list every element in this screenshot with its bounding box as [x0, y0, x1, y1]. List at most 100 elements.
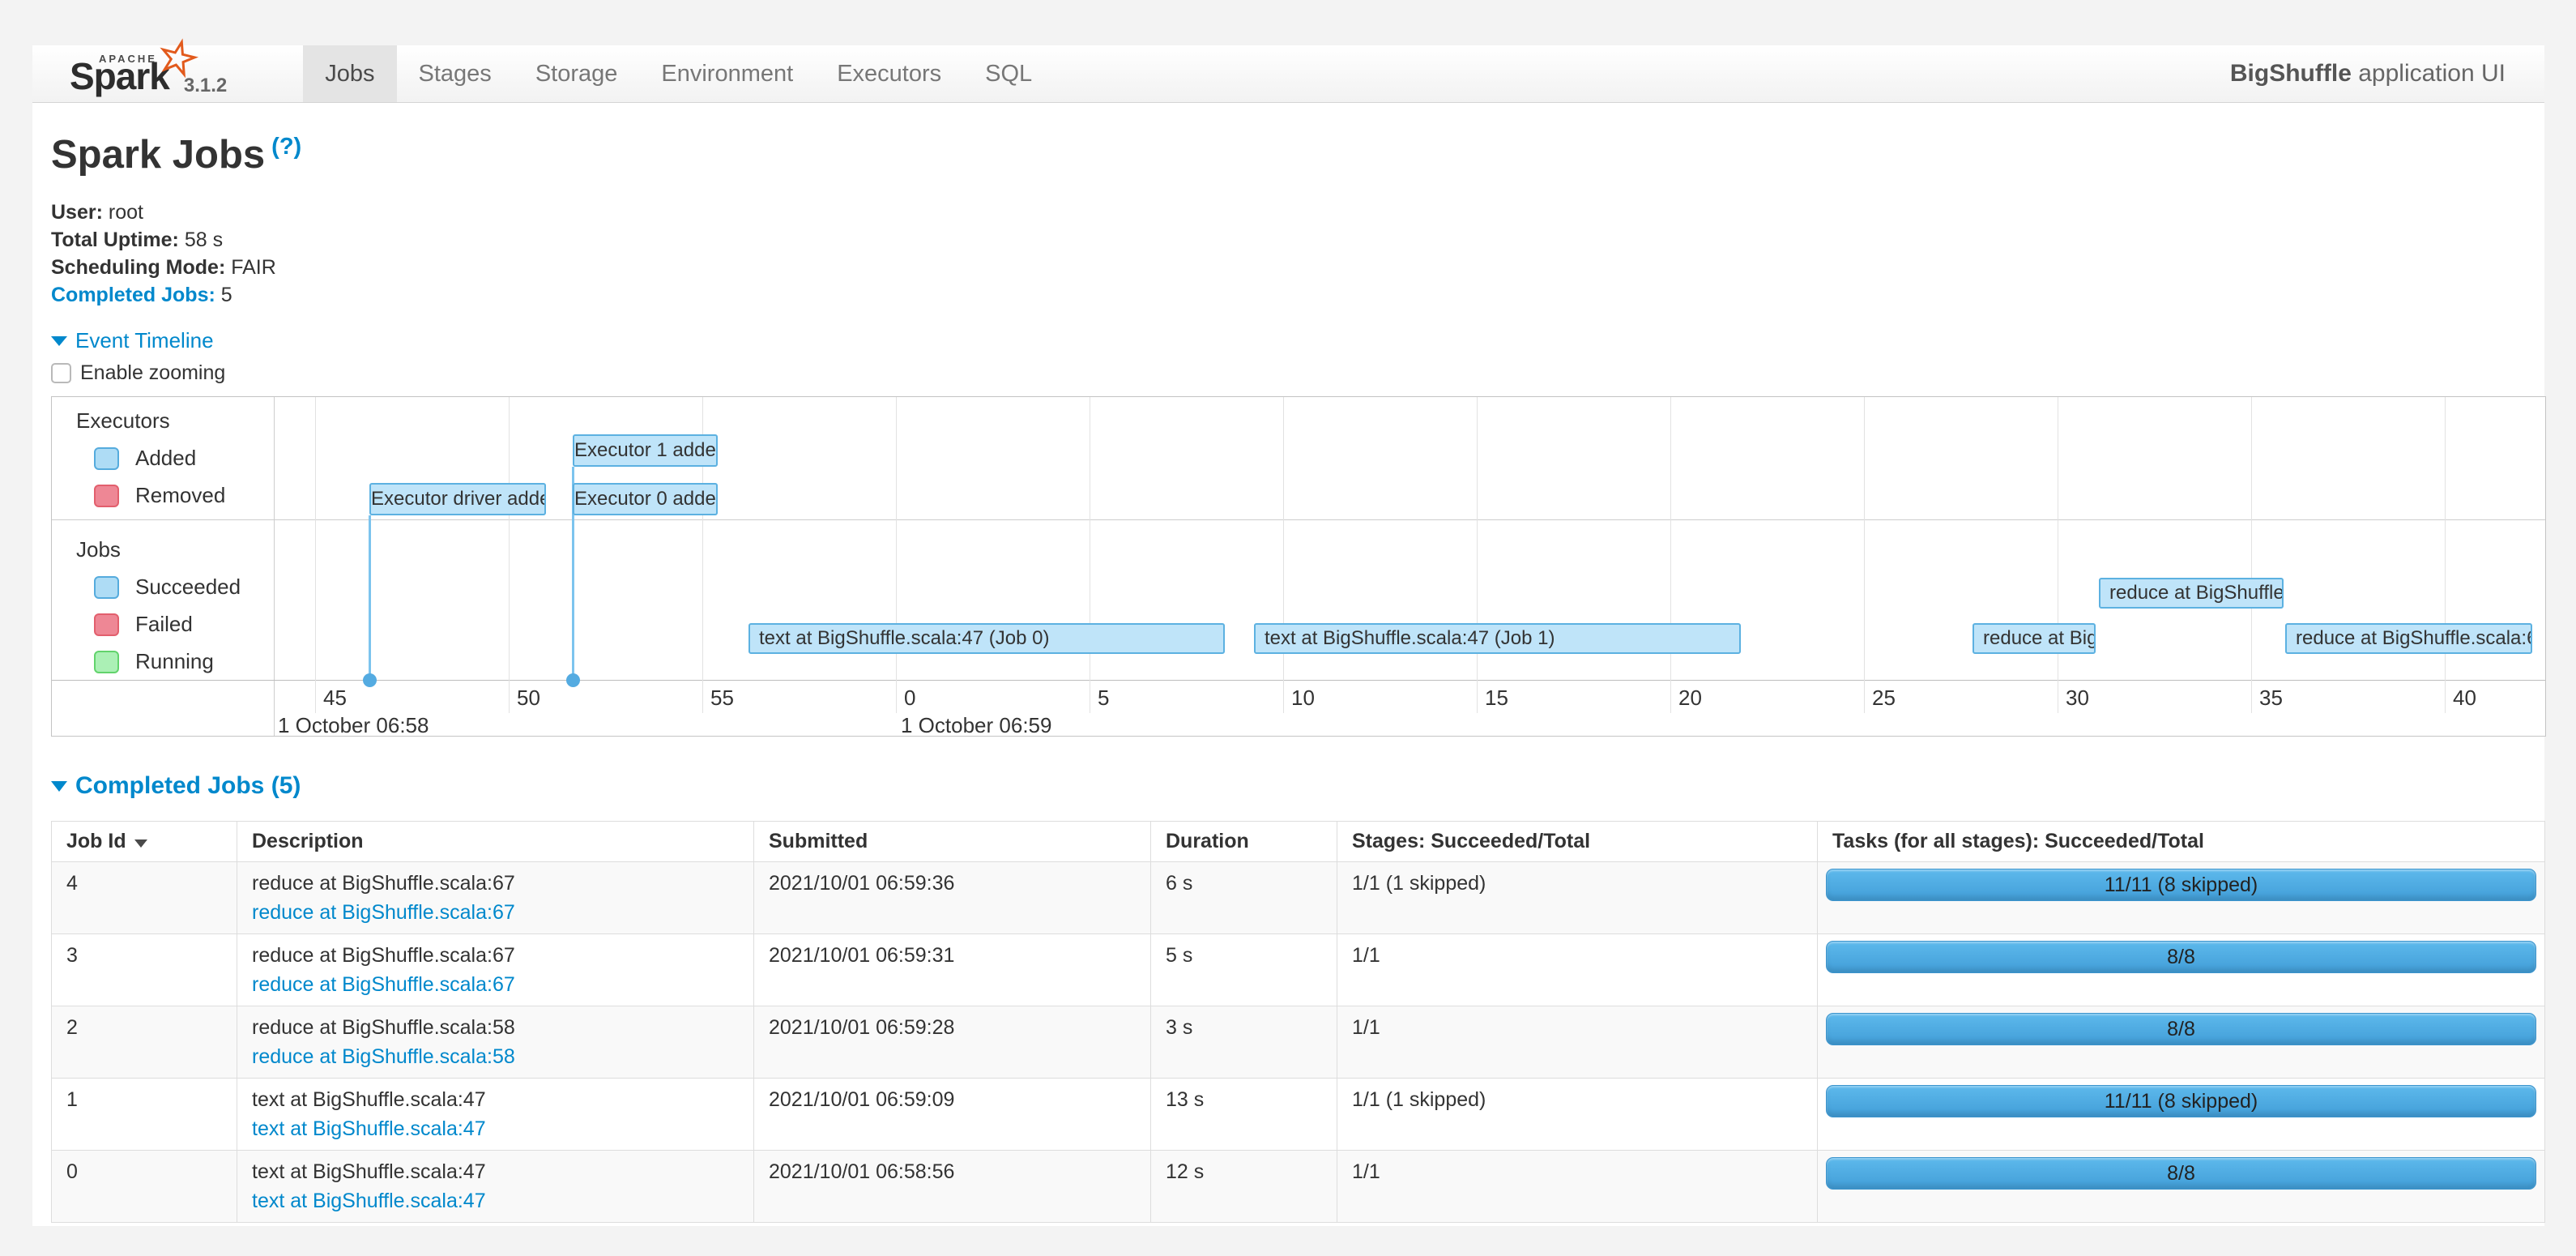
- cell-stages: 1/1: [1337, 1151, 1818, 1223]
- table-row-job-1: 1 text at BigShuffle.scala:47 text at BigS…: [52, 1079, 2545, 1151]
- collapse-caret-icon: [51, 781, 67, 792]
- description-text: reduce at BigShuffle.scala:58: [252, 1016, 739, 1039]
- event-timeline-label: Event Timeline: [75, 328, 214, 353]
- column-header-stages-succeeded-total[interactable]: Stages: Succeeded/Total: [1337, 822, 1818, 862]
- summary-row: Total Uptime: 58 s: [51, 226, 2544, 254]
- spark-logo-wordmark: APACHE Spark ★: [70, 52, 169, 100]
- axis-tick-label: 40: [2453, 686, 2476, 711]
- nav-tab-jobs[interactable]: Jobs: [303, 45, 396, 102]
- cell-tasks: 11/11 (8 skipped): [1818, 862, 2545, 934]
- completed-jobs-heading[interactable]: Completed Jobs (5): [51, 772, 301, 800]
- cell-job-id: 3: [52, 934, 237, 1006]
- summary-value-user: root: [103, 201, 143, 224]
- description-text: text at BigShuffle.scala:47: [252, 1088, 739, 1111]
- cell-submitted: 2021/10/01 06:59:28: [754, 1006, 1151, 1079]
- cell-job-id: 1: [52, 1079, 237, 1151]
- cell-duration: 6 s: [1151, 862, 1337, 934]
- application-name: BigShuffle: [2230, 60, 2352, 87]
- cell-duration: 3 s: [1151, 1006, 1337, 1079]
- timeline-job-bar[interactable]: text at BigShuffle.scala:47 (Job 0): [748, 623, 1225, 654]
- cell-submitted: 2021/10/01 06:58:56: [754, 1151, 1151, 1223]
- legend-label: Failed: [135, 612, 193, 637]
- gridline: [315, 397, 316, 713]
- description-link[interactable]: reduce at BigShuffle.scala:67: [252, 901, 739, 924]
- column-header-submitted[interactable]: Submitted: [754, 822, 1151, 862]
- legend-swatch-removed: [94, 485, 119, 507]
- gridline: [896, 397, 897, 713]
- help-link[interactable]: (?): [271, 134, 301, 160]
- nav-tab-executors[interactable]: Executors: [815, 45, 963, 102]
- cell-tasks: 8/8: [1818, 1006, 2545, 1079]
- cell-submitted: 2021/10/01 06:59:36: [754, 862, 1151, 934]
- legend-label: Added: [135, 446, 196, 471]
- enable-zooming-label: Enable zooming: [80, 361, 225, 385]
- spark-logo[interactable]: APACHE Spark ★ 3.1.2: [32, 45, 251, 102]
- legend-swatch-added: [94, 447, 119, 470]
- page-content: Spark Jobs(?) User: rootTotal Uptime: 58…: [32, 132, 2544, 1223]
- completed-jobs-heading-text: Completed Jobs (5): [75, 772, 301, 800]
- cell-stages: 1/1: [1337, 1006, 1818, 1079]
- logo-apache-text: APACHE: [99, 53, 157, 65]
- cell-stages: 1/1: [1337, 934, 1818, 1006]
- axis-tick-label: 45: [323, 686, 347, 711]
- summary-label-user: User:: [51, 201, 103, 224]
- cell-tasks: 8/8: [1818, 1151, 2545, 1223]
- cell-description: reduce at BigShuffle.scala:67reduce at B…: [237, 862, 754, 934]
- application-title: BigShuffle application UI: [2230, 45, 2544, 102]
- description-link[interactable]: reduce at BigShuffle.scala:67: [252, 973, 739, 996]
- timeline-job-bar[interactable]: text at BigShuffle.scala:47 (Job 1): [1254, 623, 1741, 654]
- tasks-progress-bar: 8/8: [1826, 1013, 2536, 1045]
- cell-submitted: 2021/10/01 06:59:31: [754, 934, 1151, 1006]
- description-link[interactable]: text at BigShuffle.scala:47: [252, 1117, 739, 1140]
- table-body: 4reduce at BigShuffle.scala:67reduce at …: [52, 862, 2545, 1223]
- enable-zooming-checkbox[interactable]: [51, 363, 71, 383]
- summary-row: Scheduling Mode: FAIR: [51, 254, 2544, 281]
- column-header-label: Stages: Succeeded/Total: [1352, 830, 1590, 852]
- completed-jobs-table: Job Id Description Submitted Duration Stages…: [51, 821, 2545, 1223]
- nav-tab-storage[interactable]: Storage: [514, 45, 640, 102]
- description-text: reduce at BigShuffle.scala:67: [252, 944, 739, 967]
- column-header-label: Job Id: [66, 830, 126, 852]
- column-header-description[interactable]: Description: [237, 822, 754, 862]
- sort-desc-icon: [134, 839, 147, 848]
- band-separator: [52, 519, 2545, 520]
- cell-duration: 13 s: [1151, 1079, 1337, 1151]
- axis-tick-label: 5: [1098, 686, 1109, 711]
- cell-duration: 5 s: [1151, 934, 1337, 1006]
- description-text: text at BigShuffle.scala:47: [252, 1160, 739, 1183]
- description-link[interactable]: reduce at BigShuffle.scala:58: [252, 1045, 739, 1068]
- column-header-label: Tasks (for all stages): Succeeded/Total: [1832, 830, 2204, 852]
- column-header-label: Submitted: [769, 830, 868, 852]
- nav-tab-sql[interactable]: SQL: [963, 45, 1054, 102]
- gridline: [1477, 397, 1478, 713]
- axis-tick-label: 35: [2259, 686, 2283, 711]
- summary-row: Completed Jobs: 5: [51, 281, 2544, 309]
- description-link[interactable]: text at BigShuffle.scala:47: [252, 1190, 739, 1212]
- legend-item-removed: Removed: [94, 483, 274, 508]
- column-header-duration[interactable]: Duration: [1151, 822, 1337, 862]
- timeline-job-bar[interactable]: reduce at BigShuffle.sca: [2099, 578, 2284, 609]
- nav-tab-stages[interactable]: Stages: [397, 45, 514, 102]
- legend-item-succeeded: Succeeded: [94, 575, 274, 600]
- legend-item-failed: Failed: [94, 612, 274, 637]
- column-header-tasks-for-all-stages-succeeded-total[interactable]: Tasks (for all stages): Succeeded/Total: [1818, 822, 2545, 862]
- event-timeline-toggle[interactable]: Event Timeline: [51, 328, 214, 353]
- legend-group-title-jobs: Jobs: [76, 537, 274, 562]
- column-header-job-id[interactable]: Job Id: [52, 822, 237, 862]
- enable-zooming-row: Enable zooming: [51, 361, 2544, 385]
- gridline: [2445, 397, 2446, 713]
- axis-tick-label: 0: [904, 686, 915, 711]
- collapse-caret-icon: [51, 336, 67, 346]
- summary-label-completed-jobs[interactable]: Completed Jobs:: [51, 284, 215, 306]
- legend-group-title-executors: Executors: [76, 408, 274, 434]
- gridline: [1283, 397, 1284, 713]
- nav-tab-environment[interactable]: Environment: [639, 45, 815, 102]
- cell-stages: 1/1 (1 skipped): [1337, 862, 1818, 934]
- timeline-job-bar[interactable]: reduce at BigSh: [1973, 623, 2096, 654]
- axis-tick-label: 55: [710, 686, 734, 711]
- timeline-job-bar[interactable]: reduce at BigShuffle.scala:67 (J: [2285, 623, 2532, 654]
- gridline: [1864, 397, 1865, 713]
- gridline: [1670, 397, 1671, 713]
- tasks-progress-bar: 11/11 (8 skipped): [1826, 869, 2536, 901]
- cell-tasks: 8/8: [1818, 934, 2545, 1006]
